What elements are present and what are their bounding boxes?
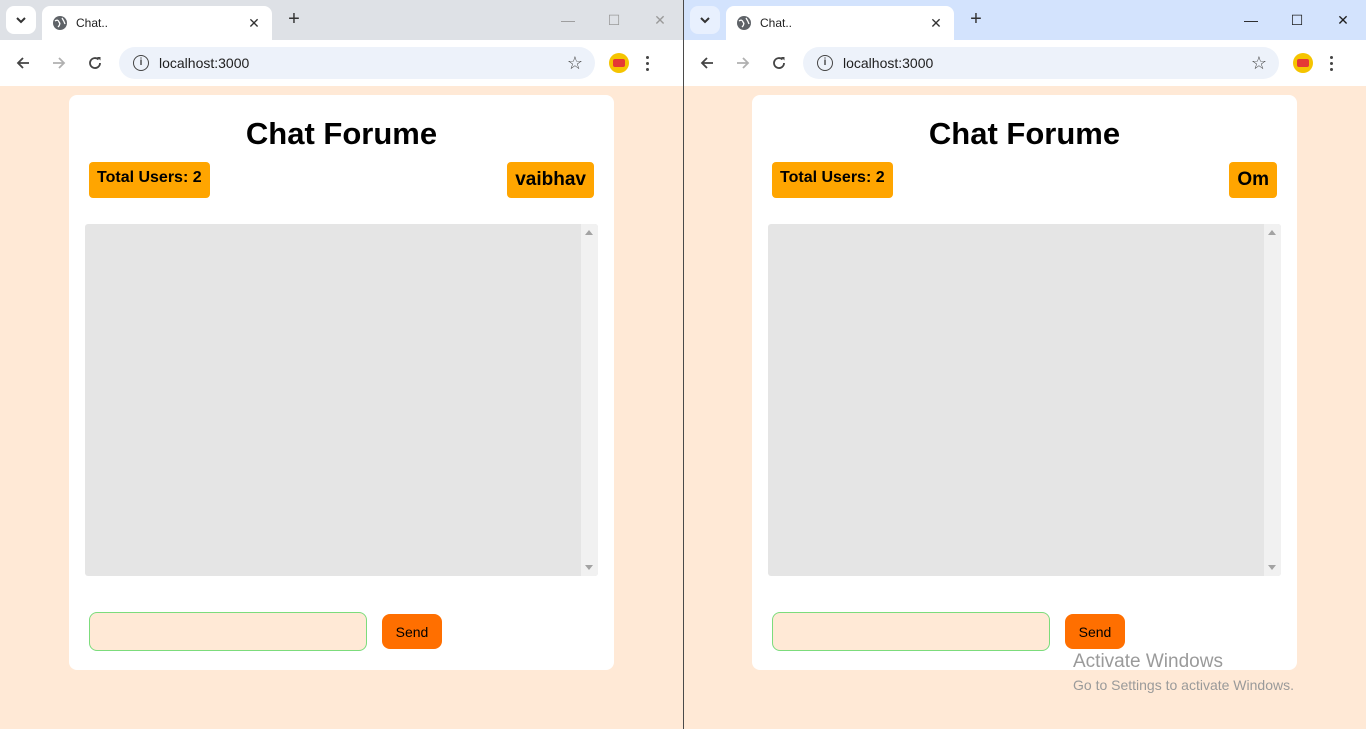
- new-tab-icon[interactable]: +: [964, 8, 988, 32]
- tab-search-button[interactable]: [6, 6, 36, 34]
- page-title: Chat Forume: [928, 116, 1121, 151]
- minimize-icon[interactable]: —: [545, 0, 591, 40]
- close-icon[interactable]: ✕: [246, 15, 262, 32]
- browser-window-left: Chat.. ✕ + — ☐ ✕ i localhost:3000 ☆ Chat…: [0, 0, 683, 729]
- maximize-icon[interactable]: ☐: [591, 0, 637, 40]
- globe-icon: [737, 16, 751, 30]
- message-scrollbar[interactable]: [581, 224, 598, 576]
- back-icon[interactable]: [689, 45, 725, 81]
- back-icon[interactable]: [5, 45, 41, 81]
- page-viewport: Chat Forume Total Users: 2 Om Send: [684, 86, 1366, 729]
- message-list[interactable]: [85, 224, 598, 576]
- username-badge: vaibhav: [507, 162, 594, 198]
- chat-card: Chat Forume Total Users: 2 Om Send: [752, 95, 1297, 670]
- message-input[interactable]: [89, 612, 367, 651]
- scroll-up-icon[interactable]: [585, 230, 593, 235]
- minimize-icon[interactable]: —: [1228, 0, 1274, 40]
- tab-title: Chat..: [760, 16, 793, 30]
- bookmark-star-icon[interactable]: ☆: [1251, 53, 1267, 74]
- address-bar[interactable]: i localhost:3000 ☆: [119, 47, 595, 79]
- site-info-icon[interactable]: i: [817, 55, 833, 71]
- reload-icon[interactable]: [761, 45, 797, 81]
- bookmark-star-icon[interactable]: ☆: [567, 53, 583, 74]
- reload-icon[interactable]: [77, 45, 113, 81]
- browser-tab[interactable]: Chat.. ✕: [42, 6, 272, 40]
- send-button[interactable]: Send: [382, 614, 442, 649]
- chevron-down-icon: [700, 17, 710, 24]
- menu-icon[interactable]: [645, 55, 649, 71]
- total-users-badge: Total Users: 2: [89, 162, 210, 198]
- menu-icon[interactable]: [1329, 55, 1333, 71]
- close-window-icon[interactable]: ✕: [1320, 0, 1366, 40]
- message-scrollbar[interactable]: [1264, 224, 1281, 576]
- new-tab-icon[interactable]: +: [282, 8, 306, 32]
- browser-toolbar: i localhost:3000 ☆: [0, 40, 683, 86]
- tab-strip: Chat.. ✕ + — ☐ ✕: [684, 0, 1366, 40]
- extension-icon[interactable]: [609, 53, 629, 73]
- browser-toolbar: i localhost:3000 ☆: [684, 40, 1366, 86]
- extension-icon[interactable]: [1293, 53, 1313, 73]
- tab-strip: Chat.. ✕ + — ☐ ✕: [0, 0, 683, 40]
- maximize-icon[interactable]: ☐: [1274, 0, 1320, 40]
- window-controls: — ☐ ✕: [1228, 0, 1366, 40]
- globe-icon: [53, 16, 67, 30]
- page-viewport: Chat Forume Total Users: 2 vaibhav Send: [0, 86, 683, 729]
- chat-card: Chat Forume Total Users: 2 vaibhav Send: [69, 95, 614, 670]
- tab-search-button[interactable]: [690, 6, 720, 34]
- total-users-badge: Total Users: 2: [772, 162, 893, 198]
- username-badge: Om: [1229, 162, 1277, 198]
- send-button[interactable]: Send: [1065, 614, 1125, 649]
- browser-window-right: Chat.. ✕ + — ☐ ✕ i localhost:3000 ☆ Chat…: [684, 0, 1366, 729]
- scroll-down-icon[interactable]: [1268, 565, 1276, 570]
- window-controls: — ☐ ✕: [545, 0, 683, 40]
- message-list[interactable]: [768, 224, 1281, 576]
- page-title: Chat Forume: [245, 116, 438, 151]
- message-input[interactable]: [772, 612, 1050, 651]
- tab-title: Chat..: [76, 16, 109, 30]
- browser-tab[interactable]: Chat.. ✕: [726, 6, 954, 40]
- site-info-icon[interactable]: i: [133, 55, 149, 71]
- url-text: localhost:3000: [159, 55, 250, 71]
- scroll-down-icon[interactable]: [585, 565, 593, 570]
- scroll-up-icon[interactable]: [1268, 230, 1276, 235]
- chevron-down-icon: [16, 17, 26, 24]
- url-text: localhost:3000: [843, 55, 934, 71]
- close-window-icon[interactable]: ✕: [637, 0, 683, 40]
- forward-icon[interactable]: [725, 45, 761, 81]
- close-icon[interactable]: ✕: [928, 15, 944, 32]
- address-bar[interactable]: i localhost:3000 ☆: [803, 47, 1279, 79]
- forward-icon[interactable]: [41, 45, 77, 81]
